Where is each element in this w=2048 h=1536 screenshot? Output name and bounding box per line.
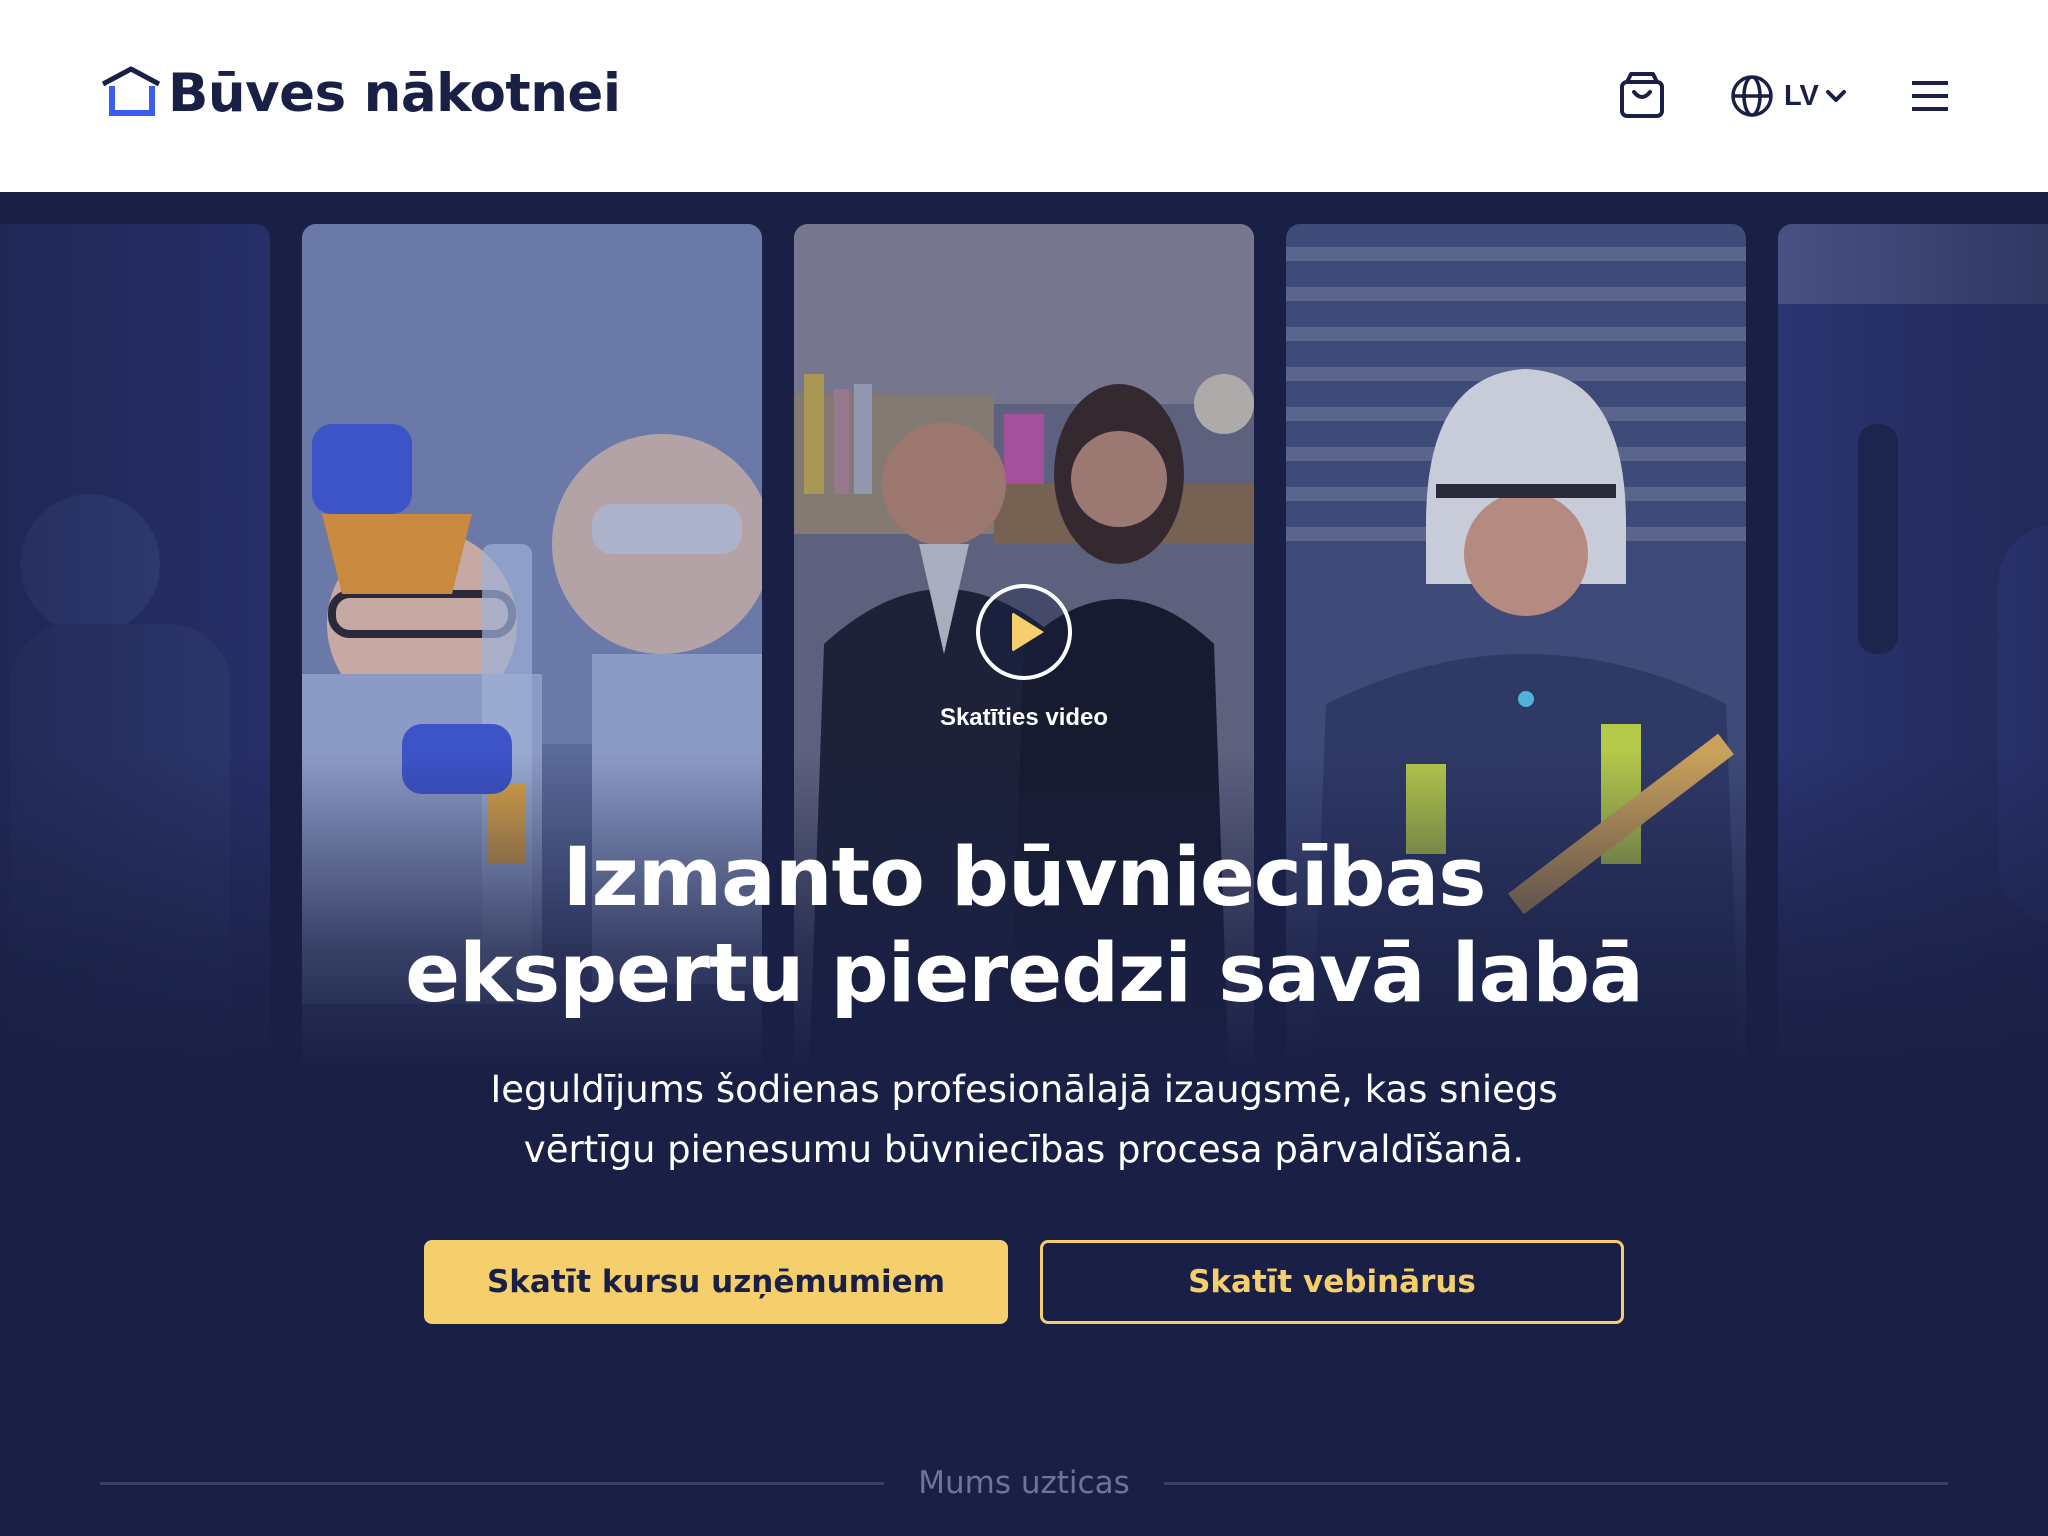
view-courses-for-companies-button[interactable]: Skatīt kursu uzņēmumiem	[424, 1240, 1008, 1324]
hero-subtitle-line-1: Ieguldījums šodienas profesionālajā izau…	[490, 1068, 1558, 1111]
play-video-button[interactable]	[976, 584, 1072, 680]
logo-house-icon	[100, 66, 162, 123]
hero-subtitle-line-2: vērtīgu pienesumu būvniecības procesa pā…	[523, 1128, 1525, 1171]
view-webinars-button[interactable]: Skatīt vebinārus	[1040, 1240, 1624, 1324]
language-selector[interactable]: LV	[1730, 73, 1847, 119]
logo-text: Būves nākotnei	[168, 63, 621, 124]
cart-button[interactable]	[1618, 70, 1666, 120]
hero-subtitle: Ieguldījums šodienas profesionālajā izau…	[324, 1060, 1724, 1180]
hero-headline: Izmanto būvniecības ekspertu pieredzi sa…	[224, 830, 1824, 1022]
site-header: Būves nākotnei LV	[0, 0, 2048, 192]
play-video-label[interactable]: Skatīties video	[824, 704, 1224, 732]
chevron-down-icon	[1825, 90, 1846, 102]
play-icon	[1012, 612, 1044, 652]
menu-icon	[1912, 81, 1948, 111]
menu-button[interactable]	[1910, 78, 1950, 114]
cart-icon	[1620, 72, 1664, 118]
hero-headline-line-2: ekspertu pieredzi savā labā	[405, 927, 1644, 1021]
hero-headline-line-1: Izmanto būvniecības	[562, 831, 1486, 925]
trust-label: Mums uzticas	[918, 1465, 1130, 1501]
trust-divider: Mums uzticas	[100, 1458, 1948, 1508]
globe-icon	[1731, 75, 1773, 117]
hero-section: Skatīties video Izmanto būvniecības eksp…	[0, 192, 2048, 1536]
divider-line	[1164, 1482, 1948, 1485]
divider-line	[100, 1482, 884, 1485]
language-code: LV	[1784, 79, 1819, 112]
logo-link[interactable]: Būves nākotnei	[100, 66, 621, 122]
